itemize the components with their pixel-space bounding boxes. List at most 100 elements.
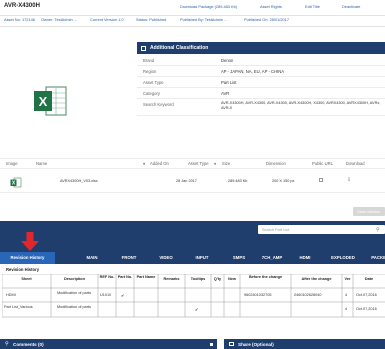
table-row-before: 9602401032705	[244, 293, 272, 297]
tab-packing[interactable]: PACKING	[365, 252, 385, 264]
current-version: Current Version 1.0	[90, 17, 124, 22]
col-added-on: Added On	[150, 161, 169, 166]
classification-row: Brand Denon	[137, 55, 385, 66]
tab-revision-history[interactable]: Revision History	[0, 252, 55, 264]
classification-row: Region AP - JAPAN, NA, EU, AP - CHINA	[137, 66, 385, 77]
tab-video[interactable]: VIDEO	[152, 252, 180, 264]
annotation-arrow-icon	[21, 232, 39, 251]
col-name: Name	[36, 161, 48, 166]
svg-text:X: X	[39, 94, 48, 109]
classification-panel: Additional Classification Brand Denon Re…	[137, 42, 385, 130]
table-row-sheet: Part List_Various	[4, 304, 33, 309]
edit-title-link[interactable]: Edit Title	[305, 4, 320, 9]
asset-rights-link[interactable]: Asset Rights	[260, 4, 282, 9]
tab-front[interactable]: FRONT	[115, 252, 143, 264]
col-ref-no: REF No.	[99, 275, 115, 279]
asset-owner: Owner: TestAdmin ...	[41, 17, 78, 22]
file-table: Image Name ♦ Added On Asset Type ♦ Size …	[0, 158, 385, 198]
classification-header: Additional Classification	[137, 42, 385, 54]
tab-input[interactable]: INPUT	[188, 252, 216, 264]
row-label: Region	[143, 69, 157, 74]
close-window-button[interactable]: Close Window	[353, 207, 385, 216]
file-size: 289.483 Kb	[228, 179, 248, 183]
row-value: AP - JAPAN, NA, EU, AP - CHINA	[221, 69, 285, 74]
sheet-tab-bar: Revision History MAIN FRONT VIDEO INPUT …	[0, 252, 385, 264]
table-row-part-no: ✔	[121, 292, 125, 298]
col-size: Size	[222, 161, 231, 166]
col-part-name: Part Name	[136, 275, 156, 279]
classification-title: Additional Classification	[150, 45, 209, 51]
close-window-label: Close Window	[357, 209, 380, 214]
classification-row: Asset Type Part List	[137, 77, 385, 88]
col-before-change: Before the change	[248, 275, 283, 279]
col-public-url: Public URL	[312, 161, 333, 166]
search-placeholder: Search Part List	[262, 227, 290, 232]
collapse-icon[interactable]	[210, 342, 213, 346]
comments-panel[interactable]: ⚲ Comments (0)	[0, 339, 217, 349]
table-row-description: Modification of parts	[57, 304, 91, 309]
row-label: Asset Type	[143, 80, 164, 85]
comments-icon: ⚲	[5, 341, 9, 347]
deactivate-link[interactable]: Deactivate	[342, 4, 360, 9]
comments-title: Comments (0)	[13, 342, 44, 347]
col-qty: Q'ty	[213, 277, 222, 281]
tab-exploded[interactable]: EXPLODED	[324, 252, 362, 264]
col-download: Download	[346, 161, 365, 166]
row-value: AVR-X4300H, AVR-X4300, AVR-X4300, AVR-X4…	[221, 101, 381, 110]
col-ver: Ver	[344, 277, 351, 281]
col-part-no: Part No.	[117, 275, 133, 279]
asset-meta-bar: Asset No: 172146 Owner: TestAdmin ... Cu…	[4, 17, 385, 24]
row-value: AVR	[221, 91, 230, 96]
page-title: AVR-X4300H	[4, 3, 40, 9]
search-box[interactable]: Search Part List ⚲	[258, 225, 385, 234]
public-url-checkbox[interactable]	[319, 178, 323, 182]
download-package-link[interactable]: Download Package (289.483 Kb)	[180, 4, 237, 9]
tab-main[interactable]: MAIN	[78, 252, 106, 264]
col-remarks: Remarks	[163, 277, 180, 281]
table-row-sheet: HDMI	[6, 293, 16, 297]
col-image: Image	[6, 161, 18, 166]
asset-status: Status: Published	[136, 17, 167, 22]
row-label: Search Keyword	[143, 102, 174, 107]
sort-icon[interactable]: ♦	[214, 161, 216, 166]
table-row-ref: U1010	[100, 293, 112, 297]
table-row-ver: 4	[345, 293, 348, 297]
table-row-date: Oct.07,2016	[356, 307, 377, 311]
share-icon	[229, 342, 234, 346]
classification-row: Category AVR	[137, 88, 385, 99]
excel-file-icon: X	[32, 84, 68, 118]
revision-sheet: Revision History Sheet Description REF N…	[0, 264, 385, 346]
file-dimension: 200 X 150 px	[272, 179, 295, 183]
row-value: Denon	[221, 58, 234, 63]
part-list-viewer: Search Part List ⚲ Revision History MAIN…	[0, 221, 385, 346]
tab-7ch-amp[interactable]: 7CH_AMP	[254, 252, 290, 264]
classification-icon	[141, 45, 146, 51]
col-after-change: After the change	[301, 277, 332, 281]
tab-smps[interactable]: SMPS	[225, 252, 253, 264]
col-tooltips: Tooltips	[190, 277, 206, 281]
classification-row: Search Keyword AVR-X4300H, AVR-X4300, AV…	[137, 99, 385, 116]
download-icon[interactable]: ⇩	[347, 177, 351, 183]
file-thumbnail-icon[interactable]: X	[10, 175, 22, 188]
tab-hdmi[interactable]: HDMI	[291, 252, 319, 264]
asset-number: Asset No: 172146	[4, 17, 35, 22]
header-actions: Download Package (289.483 Kb) Asset Righ…	[180, 4, 385, 11]
col-asset-type: Asset Type	[188, 161, 209, 166]
share-title: Share (Optional)	[238, 342, 274, 347]
table-row-ver: 4	[345, 307, 348, 311]
search-icon[interactable]: ⚲	[376, 227, 380, 233]
share-panel[interactable]: Share (Optional)	[224, 339, 385, 349]
table-row-after: 2460102628040	[294, 293, 322, 297]
col-new: New	[228, 277, 236, 281]
table-row-date: Oct.07,2016	[356, 293, 377, 297]
row-value: Part List	[221, 80, 237, 85]
file-name[interactable]: AVRX4300H_V03.xlsx	[60, 179, 98, 183]
published-on: Published On: 28/01/2017	[244, 17, 289, 22]
row-label: Brand	[143, 58, 155, 63]
revision-caption: Revision History	[6, 267, 40, 272]
col-dimension: Dimension	[266, 161, 286, 166]
table-row-tooltips: ✔	[195, 307, 199, 312]
table-row-description: Modification of parts	[57, 290, 91, 295]
col-description: Description	[64, 277, 85, 281]
sort-icon[interactable]: ♦	[143, 161, 145, 166]
